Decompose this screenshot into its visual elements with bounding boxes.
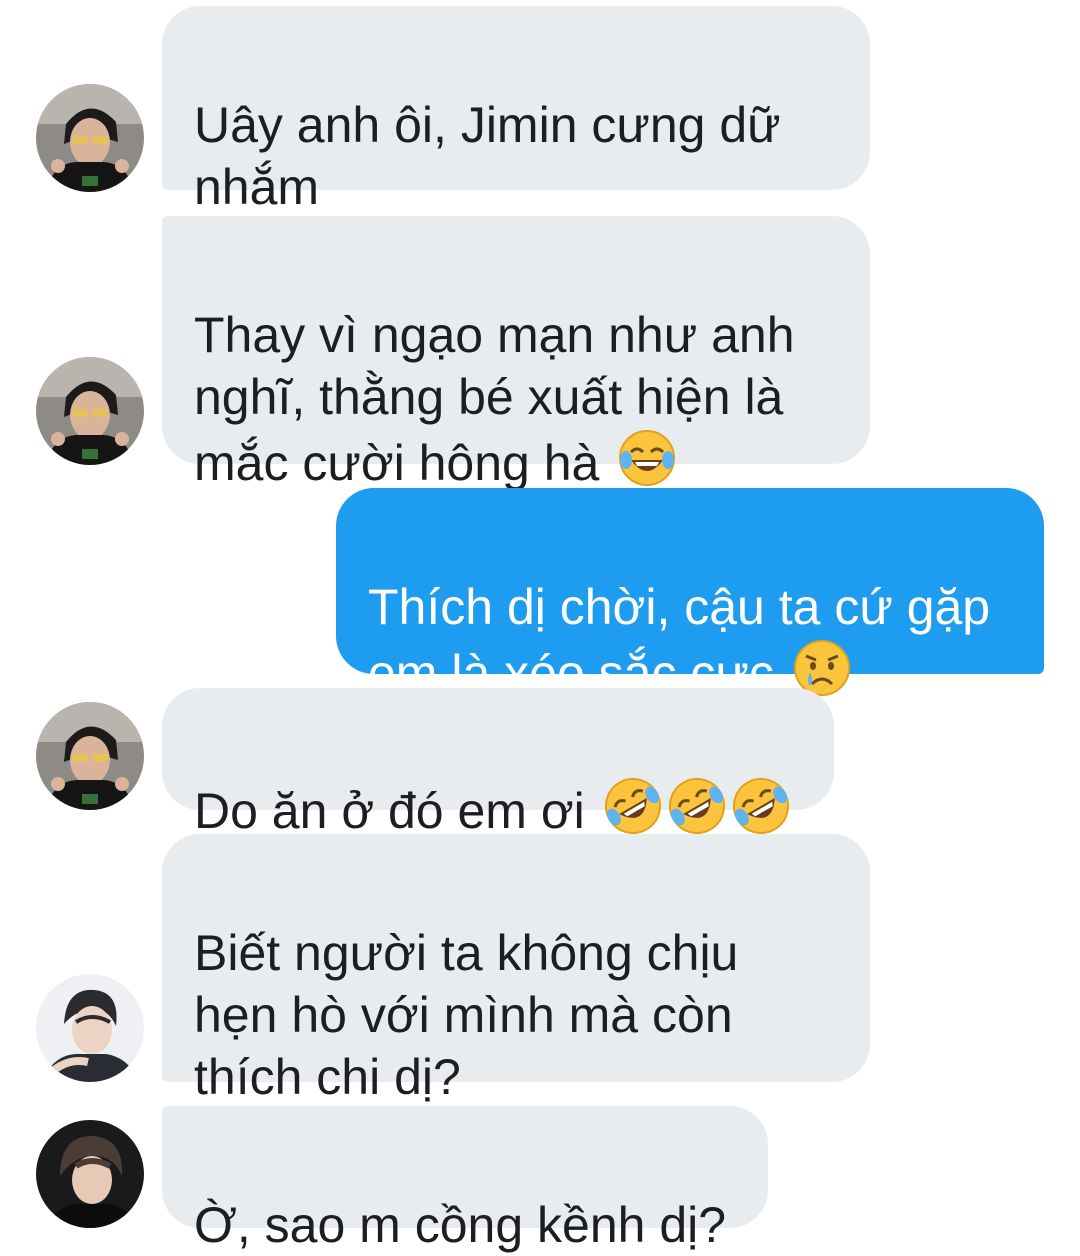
avatar[interactable]: [36, 357, 144, 465]
rolling-on-the-floor-laughing-icon: [731, 776, 791, 836]
message-text: Uây anh ôi, Jimin cưng dữ nhắm: [194, 97, 781, 215]
rolling-on-the-floor-laughing-icon: [667, 776, 727, 836]
rolling-on-the-floor-laughing-icon: [603, 776, 663, 836]
avatar[interactable]: [36, 974, 144, 1082]
avatar[interactable]: [36, 84, 144, 192]
message-thread: Uây anh ôi, Jimin cưng dữ nhắm Thay vì n…: [0, 0, 1080, 1253]
message-bubble[interactable]: Thích dị chời, cậu ta cứ gặp em là xéo s…: [336, 488, 1044, 701]
message-text: Thay vì ngạo mạn như anh nghĩ, thằng bé …: [194, 307, 795, 491]
message-bubble[interactable]: Thay vì ngạo mạn như anh nghĩ, thằng bé …: [162, 216, 870, 491]
message-bubble[interactable]: Ờ, sao m cồng kềnh dị?: [162, 1106, 768, 1253]
message-text: Do ăn ở đó em ơi: [194, 783, 599, 839]
message-bubble[interactable]: Uây anh ôi, Jimin cưng dữ nhắm: [162, 6, 870, 215]
message-bubble[interactable]: Do ăn ở đó em ơi: [162, 688, 834, 839]
message-bubble[interactable]: Biết người ta không chịu hẹn hò với mình…: [162, 834, 870, 1105]
message-text: Thích dị chời, cậu ta cứ gặp em là xéo s…: [368, 579, 991, 701]
avatar[interactable]: [36, 702, 144, 810]
message-text: Biết người ta không chịu hẹn hò với mình…: [194, 925, 739, 1105]
face-with-tears-of-joy-icon: [617, 428, 677, 488]
avatar[interactable]: [36, 1120, 144, 1228]
message-text: Ờ, sao m cồng kềnh dị?: [194, 1197, 727, 1253]
